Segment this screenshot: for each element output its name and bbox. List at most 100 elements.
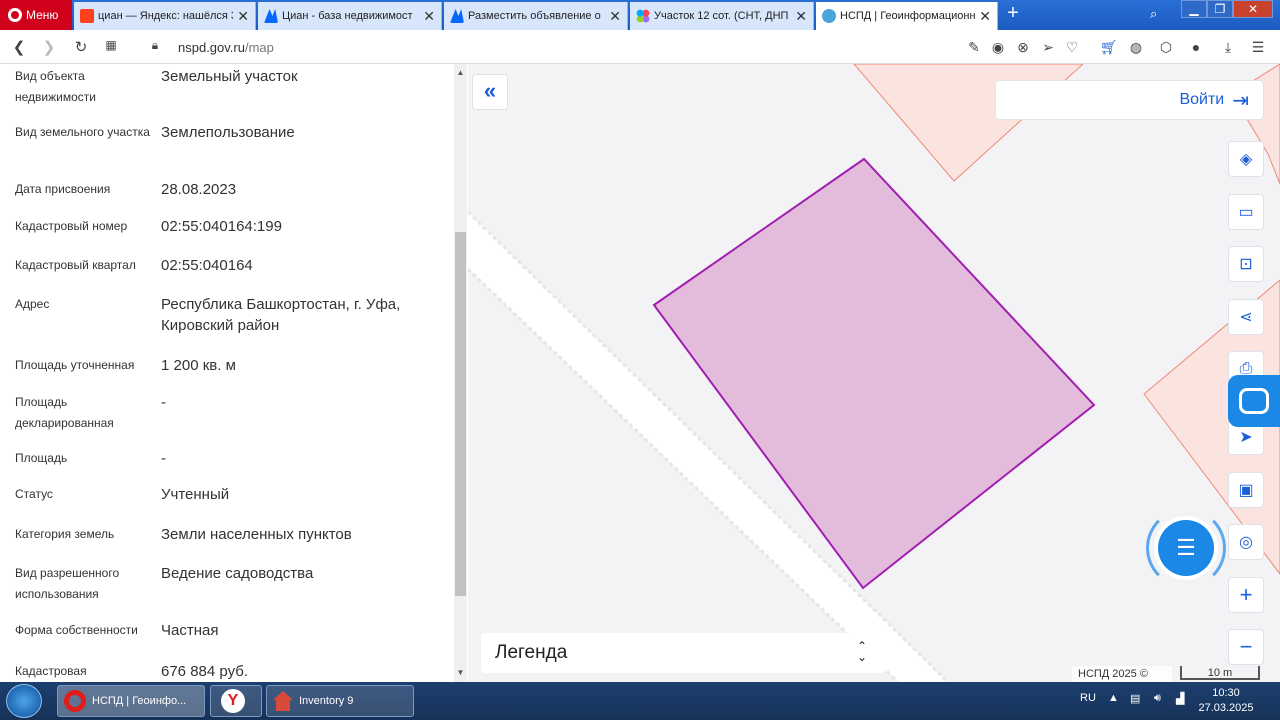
send-icon[interactable]: ➢ — [1040, 39, 1056, 56]
tab-cian-post[interactable]: Разместить объявление о ✕ — [444, 2, 628, 30]
ruler-button[interactable]: ▭ — [1228, 194, 1264, 230]
tray-expand-icon[interactable]: ▲ — [1108, 692, 1119, 704]
selected-parcel[interactable] — [652, 157, 1096, 590]
map-scale: 10 m — [1180, 666, 1260, 680]
close-icon[interactable]: ✕ — [795, 8, 807, 25]
close-icon[interactable]: ✕ — [237, 8, 249, 25]
zoom-in-button[interactable]: + — [1228, 577, 1264, 613]
cian-icon — [450, 9, 464, 23]
zoom-out-button[interactable]: − — [1228, 629, 1264, 665]
device-icon[interactable]: ▤ — [1130, 692, 1140, 705]
zoom-in-icon: + — [1239, 582, 1253, 607]
collapse-panel-button[interactable]: « — [472, 74, 508, 110]
url-host: nspd.gov.ru — [178, 40, 245, 55]
opera-icon — [64, 690, 86, 712]
avito-icon — [636, 9, 650, 23]
taskbar-item-yandex[interactable]: Y — [210, 685, 262, 717]
clock-date: 27.03.2025 — [1198, 702, 1254, 714]
forward-icon[interactable]: ❯ — [40, 38, 58, 56]
property-value: Республика Башкортостан, г. Уфа, Кировск… — [161, 296, 401, 334]
share-icon: ⋖ — [1239, 309, 1253, 326]
legend-label: Легенда — [495, 642, 568, 663]
close-window-button[interactable]: ✕ — [1233, 0, 1273, 18]
speed-dial-icon[interactable]: ▦ — [102, 38, 120, 52]
globe-icon[interactable]: ◍ — [1128, 39, 1144, 56]
url-field[interactable]: nspd.gov.ru/map — [178, 40, 274, 55]
geo-search-button[interactable]: ◎ — [1228, 524, 1264, 560]
close-icon[interactable]: ✕ — [609, 8, 621, 25]
property-value: - — [161, 450, 166, 467]
property-label: Кадастровый квартал — [15, 258, 136, 272]
login-button[interactable]: Войти ⇥ — [995, 80, 1264, 120]
chevron-updown-icon[interactable]: ⌃ ⌄ — [857, 640, 867, 663]
tab-yandex-search[interactable]: циан — Яндекс: нашёлся 3 ✕ — [74, 2, 256, 30]
property-label: Форма собственности — [15, 623, 138, 637]
layers-button[interactable]: ◈ — [1228, 141, 1264, 177]
property-label: Площадь декларированная — [15, 395, 114, 430]
property-label: Статус — [15, 487, 53, 501]
profile-icon[interactable]: ● — [1188, 39, 1204, 55]
taskbar-item-opera[interactable]: НСПД | Геоинфо... — [57, 685, 205, 717]
property-label: Площадь — [15, 451, 68, 465]
cube-icon[interactable]: ⬡ — [1158, 39, 1174, 56]
block-icon[interactable]: ⊗ — [1015, 39, 1031, 56]
edit-icon[interactable]: ✎ — [966, 39, 982, 56]
search-area-button[interactable]: ⊡ — [1228, 246, 1264, 282]
lock-icon: 🔒︎ — [151, 38, 159, 52]
property-label: Категория земель — [15, 527, 115, 541]
feedback-widget-button[interactable] — [1228, 375, 1280, 427]
chat-button[interactable]: ☰ — [1158, 520, 1214, 576]
settings-menu-icon[interactable]: ☰ — [1250, 39, 1266, 56]
clock-time: 10:30 — [1212, 687, 1240, 699]
scroll-down-icon[interactable]: ▼ — [454, 668, 467, 677]
new-tab-button[interactable]: + — [1002, 3, 1024, 24]
login-label: Войти — [1179, 91, 1225, 108]
property-value: - — [161, 394, 166, 411]
property-value: 28.08.2023 — [161, 181, 237, 198]
tab-title: НСПД | Геоинформационн — [840, 10, 976, 22]
property-value: 1 200 кв. м — [161, 357, 236, 374]
maximize-button[interactable]: ❐ — [1207, 0, 1233, 18]
property-value: 02:55:040164:199 — [161, 218, 282, 235]
share-button[interactable]: ⋖ — [1228, 299, 1264, 335]
nspd-icon — [822, 9, 836, 23]
property-label: Вид разрешенного использования — [15, 566, 120, 601]
property-label: Вид объекта недвижимости — [15, 69, 96, 104]
back-icon[interactable]: ❮ — [10, 38, 28, 56]
geo-search-icon: ◎ — [1239, 534, 1253, 551]
url-path: /map — [244, 40, 274, 55]
camera-icon[interactable]: ◉ — [990, 39, 1006, 56]
close-icon[interactable]: ✕ — [979, 8, 991, 25]
map-attribution: НСПД 2025 © — [1072, 666, 1172, 682]
clock[interactable]: 10:30 27.03.2025 — [1196, 686, 1256, 716]
legend-panel[interactable]: Легенда ⌃ ⌄ — [481, 633, 885, 673]
heart-icon[interactable]: ♡ — [1064, 39, 1080, 56]
tab-avito-plot[interactable]: Участок 12 сот. (СНТ, ДНП ✕ — [630, 2, 814, 30]
yandex-browser-icon: Y — [221, 689, 245, 713]
download-icon[interactable]: ⤓ — [1220, 39, 1236, 56]
map-canvas[interactable] — [468, 64, 1280, 682]
tab-nspd[interactable]: НСПД | Геоинформационн ✕ — [816, 2, 998, 30]
property-label: Площадь уточненная — [15, 358, 135, 372]
language-indicator[interactable]: RU — [1080, 692, 1096, 704]
cart-icon[interactable]: 🛒︎ — [1100, 39, 1118, 56]
tab-title: Циан - база недвижимост — [282, 10, 413, 22]
panel-scrollbar-thumb[interactable] — [455, 232, 466, 596]
tab-title: циан — Яндекс: нашёлся 3 — [98, 10, 234, 22]
search-icon[interactable]: ⌕ — [1150, 6, 1157, 22]
tab-cian-db[interactable]: Циан - база недвижимост ✕ — [258, 2, 442, 30]
volume-icon[interactable]: 🔊︎ — [1154, 692, 1161, 705]
minimize-button[interactable]: ▁ — [1181, 0, 1207, 18]
network-icon[interactable]: ▟ — [1176, 692, 1184, 705]
address-bar: ❮ ❯ ↻ ▦ 🔒︎ nspd.gov.ru/map ✎ ◉ ⊗ ➢ ♡ 🛒︎ … — [0, 30, 1280, 64]
browser-menu-button[interactable]: Меню — [0, 0, 72, 30]
taskbar-item-inventory[interactable]: Inventory 9 — [266, 685, 414, 717]
start-button[interactable] — [6, 684, 42, 718]
close-icon[interactable]: ✕ — [423, 8, 435, 25]
reload-icon[interactable]: ↻ — [72, 38, 90, 56]
scroll-up-icon[interactable]: ▲ — [454, 68, 467, 77]
chat-bubble-icon — [1239, 388, 1269, 414]
property-value: Ведение садоводства — [161, 565, 314, 582]
minimap-button[interactable]: ▣ — [1228, 472, 1264, 508]
property-value: Частная — [161, 622, 219, 639]
